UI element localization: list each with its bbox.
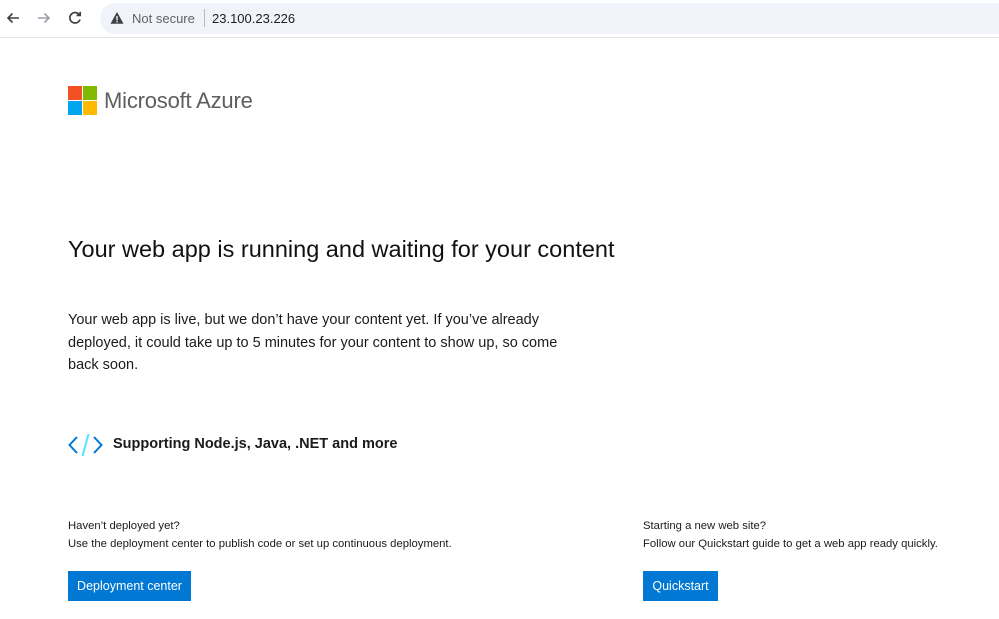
- security-label: Not secure: [132, 11, 195, 26]
- url-text: 23.100.23.226: [212, 11, 296, 26]
- deploy-detail: Use the deployment center to publish cod…: [68, 538, 452, 550]
- forward-button[interactable]: [33, 7, 55, 29]
- microsoft-logo-icon: [68, 86, 98, 116]
- support-text: Supporting Node.js, Java, .NET and more: [113, 436, 398, 452]
- quickstart-question: Starting a new web site?: [643, 520, 767, 532]
- deployment-center-button[interactable]: Deployment center: [68, 571, 191, 601]
- quickstart-button[interactable]: Quickstart: [643, 571, 718, 601]
- back-button[interactable]: [2, 7, 24, 29]
- warning-icon: [110, 12, 124, 24]
- browser-toolbar: Not secure 23.100.23.226: [0, 0, 999, 38]
- arrow-left-icon: [6, 12, 19, 24]
- reload-button[interactable]: [64, 7, 86, 29]
- page-title: Your web app is running and waiting for …: [68, 236, 615, 262]
- deploy-question: Haven’t deployed yet?: [68, 520, 180, 532]
- brand-name: Microsoft Azure: [104, 88, 253, 113]
- quickstart-detail: Follow our Quickstart guide to get a web…: [643, 538, 938, 550]
- code-icon: [68, 433, 103, 457]
- arrow-right-icon: [38, 12, 51, 24]
- address-separator: [204, 9, 205, 27]
- reload-icon: [69, 11, 82, 24]
- page-description: Your web app is live, but we don’t have …: [68, 312, 558, 373]
- address-bar[interactable]: Not secure 23.100.23.226: [100, 3, 999, 34]
